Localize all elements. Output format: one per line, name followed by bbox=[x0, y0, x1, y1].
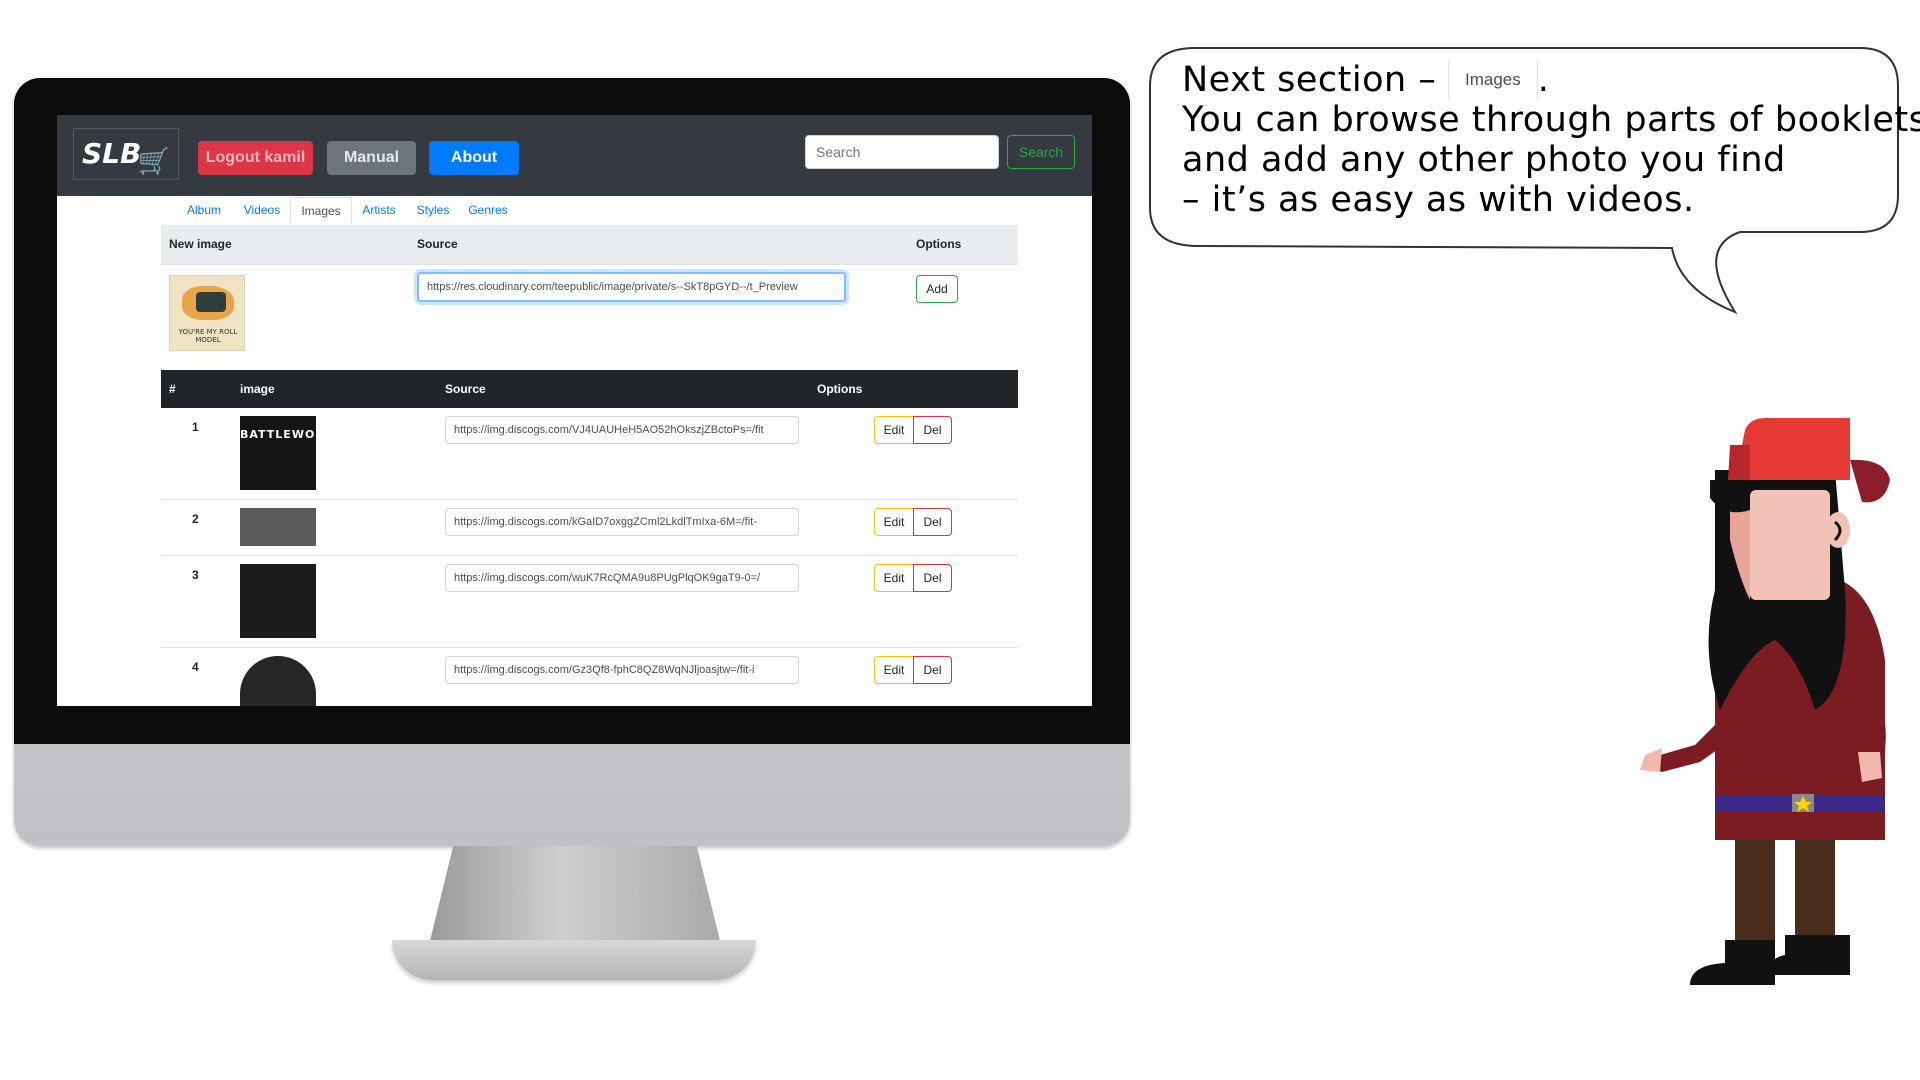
images-tab-illustration: Images bbox=[1447, 60, 1538, 100]
bubble-line1-suffix: . bbox=[1537, 60, 1550, 100]
bubble-line-4: – it’s as easy as with videos. bbox=[1182, 180, 1695, 220]
bubble-line-1: Next section – Images. bbox=[1182, 60, 1902, 100]
bubble-line-3: and add any other photo you find bbox=[1182, 140, 1786, 180]
bubble-line1-prefix: Next section – bbox=[1182, 60, 1437, 100]
character-illustration bbox=[1640, 418, 1890, 985]
bubble-text: Next section – Images. You can browse th… bbox=[1182, 60, 1920, 220]
bubble-line-2: You can browse through parts of booklets… bbox=[1182, 100, 1920, 140]
